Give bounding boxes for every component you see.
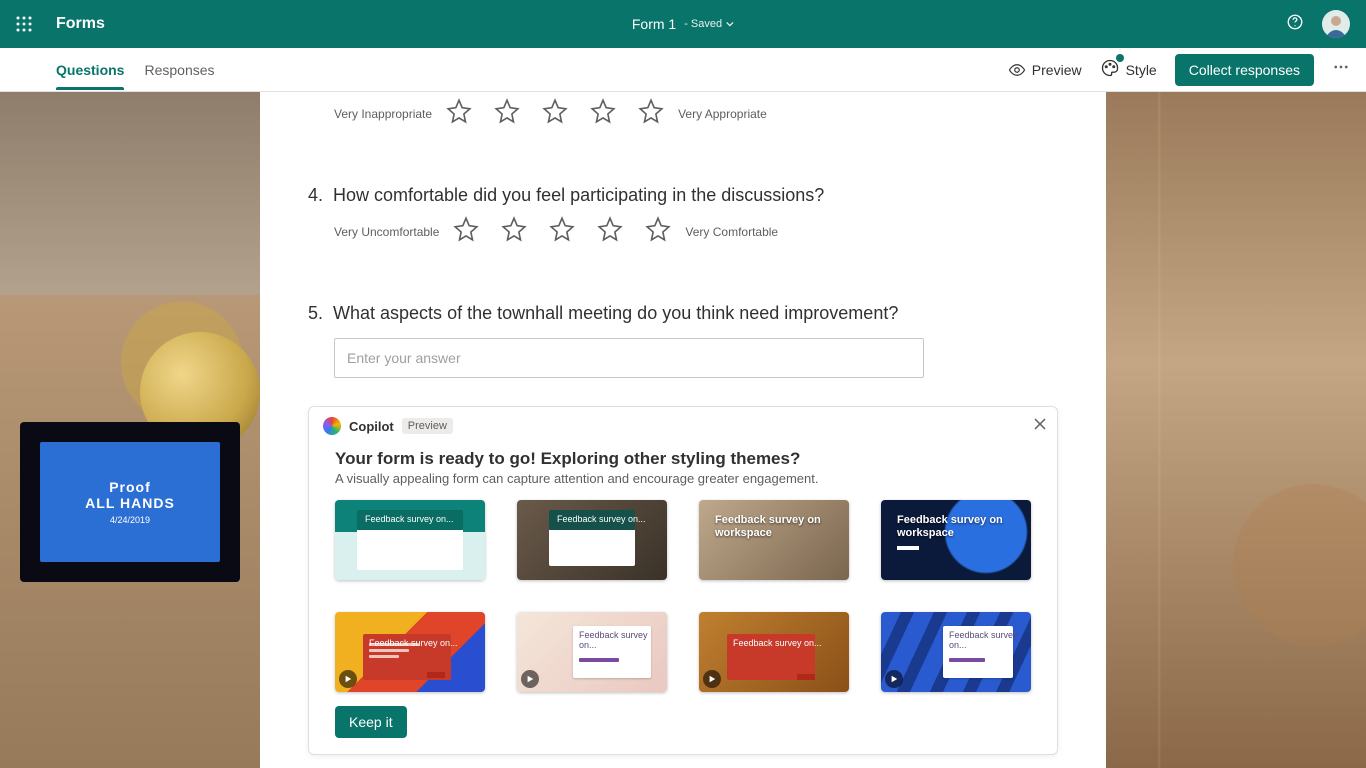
q4-text: How comfortable did you feel participati… bbox=[333, 185, 824, 206]
star-3[interactable] bbox=[549, 216, 575, 247]
theme-tile-3[interactable]: Feedback survey on workspace bbox=[699, 500, 849, 580]
preview-button[interactable]: Preview bbox=[1008, 61, 1082, 79]
form-title: Form 1 bbox=[632, 16, 676, 32]
editor-stage: Proof ALL HANDS 4/24/2019 Very Inappropr… bbox=[0, 92, 1366, 768]
theme-tile-1[interactable]: Feedback survey on... bbox=[335, 500, 485, 580]
tile-label: Feedback survey on... bbox=[949, 630, 1031, 651]
copilot-title: Your form is ready to go! Exploring othe… bbox=[335, 449, 1031, 469]
copilot-subtitle: A visually appealing form can capture at… bbox=[335, 471, 1031, 486]
tab-questions[interactable]: Questions bbox=[56, 50, 124, 90]
chevron-down-icon bbox=[726, 20, 734, 28]
ellipsis-icon bbox=[1332, 58, 1350, 76]
star-3[interactable] bbox=[542, 98, 568, 129]
tile-label: Feedback survey on workspace bbox=[897, 514, 1031, 539]
theme-tile-6[interactable]: Feedback survey on... bbox=[517, 612, 667, 692]
play-icon bbox=[521, 670, 539, 688]
star-2[interactable] bbox=[494, 98, 520, 129]
tile-label: Feedback survey on... bbox=[365, 514, 454, 524]
tile-label: Feedback survey on... bbox=[733, 638, 822, 648]
play-icon bbox=[339, 670, 357, 688]
star-4[interactable] bbox=[597, 216, 623, 247]
app-launcher-button[interactable] bbox=[0, 16, 48, 32]
q5-answer-input[interactable] bbox=[334, 338, 924, 378]
form-title-dropdown[interactable]: Form 1 - Saved bbox=[632, 16, 734, 32]
q5-number: 5. bbox=[308, 303, 323, 324]
copilot-label: Copilot bbox=[349, 419, 394, 434]
toolbar: Questions Responses Preview Style Collec… bbox=[0, 48, 1366, 92]
selected-check-icon bbox=[581, 527, 603, 554]
star-2[interactable] bbox=[501, 216, 527, 247]
copilot-preview-badge: Preview bbox=[402, 418, 453, 434]
question-5: 5. What aspects of the townhall meeting … bbox=[308, 303, 1058, 378]
q4-stars bbox=[453, 216, 671, 247]
monitor-line1: Proof bbox=[109, 479, 151, 495]
star-5[interactable] bbox=[638, 98, 664, 129]
star-1[interactable] bbox=[453, 216, 479, 247]
style-button[interactable]: Style bbox=[1100, 58, 1157, 81]
question-4: 4. How comfortable did you feel particip… bbox=[308, 185, 1058, 247]
star-1[interactable] bbox=[446, 98, 472, 129]
brand-label: Forms bbox=[56, 15, 105, 33]
avatar-icon bbox=[1322, 10, 1350, 38]
more-menu-button[interactable] bbox=[1332, 58, 1350, 81]
collect-responses-button[interactable]: Collect responses bbox=[1175, 54, 1314, 86]
theme-tile-5[interactable]: Feedback survey on... bbox=[335, 612, 485, 692]
q3-right-label: Very Appropriate bbox=[678, 107, 767, 121]
tab-responses[interactable]: Responses bbox=[144, 50, 214, 90]
q3-left-label: Very Inappropriate bbox=[334, 107, 432, 121]
eye-icon bbox=[1008, 61, 1026, 79]
star-4[interactable] bbox=[590, 98, 616, 129]
waffle-icon bbox=[16, 16, 32, 32]
keep-it-button[interactable]: Keep it bbox=[335, 706, 407, 738]
q5-text: What aspects of the townhall meeting do … bbox=[333, 303, 898, 324]
monitor-line3: 4/24/2019 bbox=[110, 515, 150, 525]
close-icon bbox=[1033, 417, 1047, 431]
tile-label: Feedback survey on... bbox=[557, 514, 646, 524]
background-monitor: Proof ALL HANDS 4/24/2019 bbox=[20, 422, 240, 582]
question-icon bbox=[1286, 13, 1304, 31]
theme-tile-2[interactable]: Feedback survey on... bbox=[517, 500, 667, 580]
play-icon bbox=[703, 670, 721, 688]
saved-status: - Saved bbox=[684, 18, 734, 30]
q3-stars bbox=[446, 98, 664, 129]
theme-tile-8[interactable]: Feedback survey on... bbox=[881, 612, 1031, 692]
tile-label: Feedback survey on workspace bbox=[715, 514, 849, 539]
form-canvas[interactable]: Very Inappropriate Very Appropriate 4. H… bbox=[260, 92, 1106, 768]
q4-number: 4. bbox=[308, 185, 323, 206]
theme-grid: Feedback survey on... Feedback survey on… bbox=[335, 500, 1031, 692]
question-3: Very Inappropriate Very Appropriate bbox=[308, 98, 1058, 129]
play-icon bbox=[885, 670, 903, 688]
copilot-panel: Copilot Preview Your form is ready to go… bbox=[308, 406, 1058, 755]
monitor-line2: ALL HANDS bbox=[85, 495, 175, 511]
background-left: Proof ALL HANDS 4/24/2019 bbox=[0, 92, 260, 768]
app-header: Forms Form 1 - Saved bbox=[0, 0, 1366, 48]
q4-left-label: Very Uncomfortable bbox=[334, 225, 439, 239]
star-5[interactable] bbox=[645, 216, 671, 247]
background-right bbox=[1106, 92, 1366, 768]
q4-right-label: Very Comfortable bbox=[685, 225, 778, 239]
theme-tile-7[interactable]: Feedback survey on... bbox=[699, 612, 849, 692]
tile-label: Feedback survey on... bbox=[579, 630, 667, 651]
help-button[interactable] bbox=[1286, 13, 1304, 36]
user-avatar[interactable] bbox=[1322, 10, 1350, 38]
theme-tile-4[interactable]: Feedback survey on workspace bbox=[881, 500, 1031, 580]
tile-label: Feedback survey on... bbox=[369, 638, 458, 648]
copilot-close-button[interactable] bbox=[1033, 417, 1047, 436]
new-indicator-icon bbox=[1116, 54, 1124, 62]
copilot-logo-icon bbox=[323, 417, 341, 435]
